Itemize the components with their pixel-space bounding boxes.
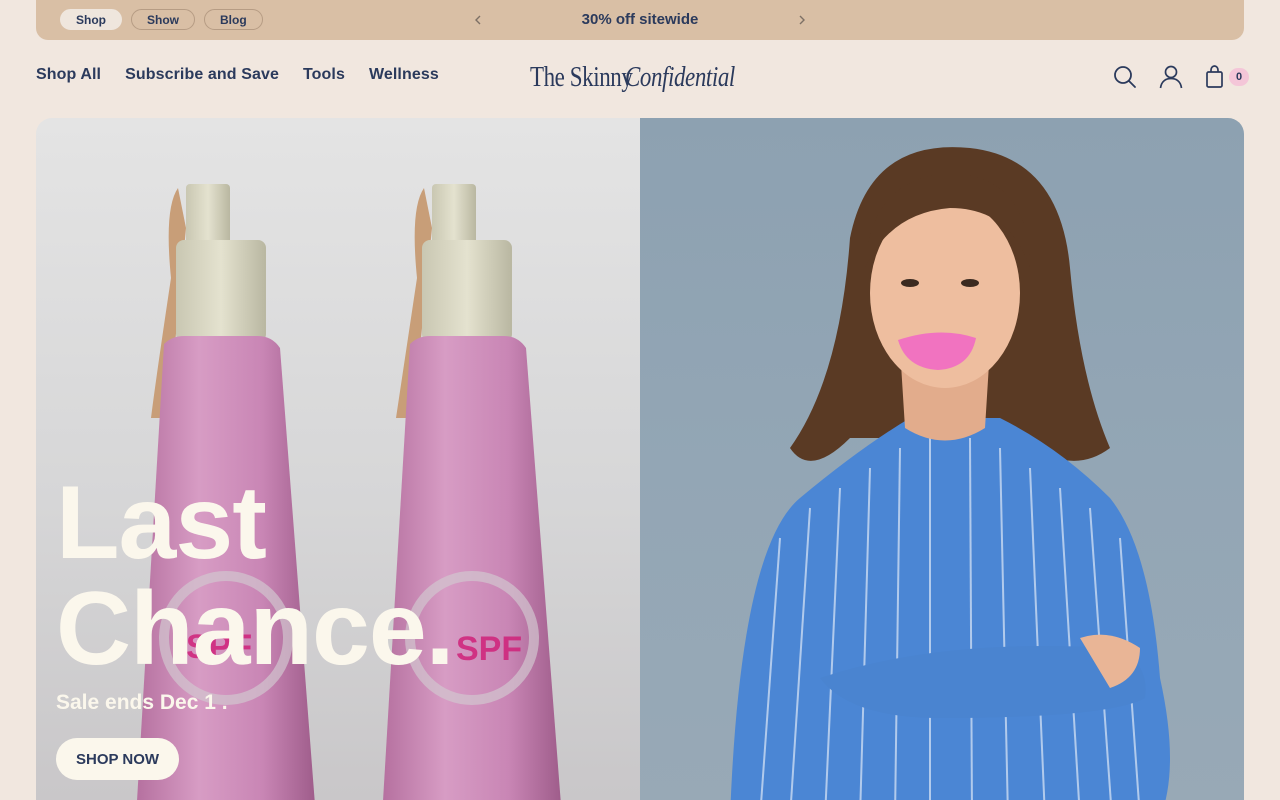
nav-tools[interactable]: Tools	[303, 66, 345, 84]
hero-title: Last Chance.	[56, 465, 455, 687]
account-icon[interactable]	[1158, 64, 1184, 90]
hero-banner: SPF SPF Last Chance. Sale ends Dec 1 . S…	[36, 118, 1244, 800]
hero-title-line1: Last	[56, 465, 267, 581]
logo-text-primary: The Skinny	[530, 62, 633, 93]
cart-icon[interactable]	[1203, 64, 1229, 90]
svg-text:SPF: SPF	[456, 630, 522, 668]
chevron-right-icon[interactable]	[792, 9, 812, 31]
main-nav: Shop All Subscribe and Save Tools Wellne…	[36, 66, 439, 84]
logo-text-script: Confidential	[625, 62, 736, 93]
tab-blog[interactable]: Blog	[204, 9, 263, 30]
tab-show[interactable]: Show	[131, 9, 195, 30]
announcement-bar: Shop Show Blog 30% off sitewide	[36, 0, 1244, 40]
promo-text: 30% off sitewide	[581, 11, 699, 28]
cart-count-badge: 0	[1229, 68, 1249, 86]
site-section-tabs: Shop Show Blog	[60, 9, 263, 30]
site-logo[interactable]: The Skinny Confidential	[530, 58, 752, 98]
shop-now-button[interactable]: SHOP NOW	[56, 738, 180, 780]
hero-subtitle: Sale ends Dec 1 .	[56, 691, 228, 714]
model-illustration	[730, 147, 1170, 800]
nav-shop-all[interactable]: Shop All	[36, 66, 101, 84]
hero-title-line2: Chance.	[56, 571, 455, 687]
model-photo	[640, 118, 1244, 800]
tab-shop[interactable]: Shop	[60, 9, 122, 30]
nav-subscribe-and-save[interactable]: Subscribe and Save	[125, 66, 279, 84]
nav-wellness[interactable]: Wellness	[369, 66, 439, 84]
search-icon[interactable]	[1112, 64, 1138, 90]
chevron-left-icon[interactable]	[468, 9, 488, 31]
